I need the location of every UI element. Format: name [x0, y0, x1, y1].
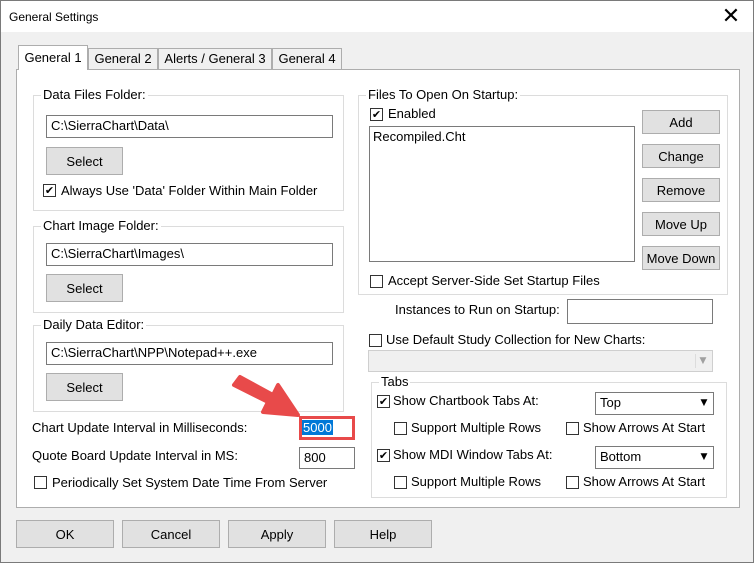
chartbook-multiple-rows-label: Support Multiple Rows: [411, 420, 542, 435]
data-files-select-button[interactable]: Select: [46, 147, 123, 175]
apply-button[interactable]: Apply: [228, 520, 326, 548]
tab-general-2[interactable]: General 2: [88, 48, 158, 69]
mdi-arrows-at-start-checkbox[interactable]: [566, 476, 579, 489]
chart-image-folder-group: Chart Image Folder: C:\SierraChart\Image…: [33, 218, 344, 313]
title-bar: General Settings ✕: [1, 1, 753, 32]
chevron-down-icon: ▼: [700, 452, 708, 462]
move-up-button[interactable]: Move Up: [642, 212, 720, 236]
remove-button[interactable]: Remove: [642, 178, 720, 202]
chartbook-tabs-position-dropdown[interactable]: Top ▼: [595, 392, 714, 415]
list-item[interactable]: Recompiled.Cht: [370, 127, 634, 147]
tabs-group: Tabs ✔ Show Chartbook Tabs At: Top ▼ Sup…: [371, 374, 727, 498]
periodic-date-time-checkbox[interactable]: [34, 476, 47, 489]
accept-server-side-label: Accept Server-Side Set Startup Files: [388, 273, 600, 288]
mdi-multiple-rows-checkbox[interactable]: [394, 476, 407, 489]
chartbook-tabs-position-value: Top: [600, 395, 621, 410]
tab-alerts-general-3[interactable]: Alerts / General 3: [158, 48, 272, 69]
study-collection-dropdown[interactable]: ▼: [368, 350, 713, 372]
show-mdi-tabs-label: Show MDI Window Tabs At:: [393, 447, 553, 462]
startup-enabled-label: Enabled: [388, 106, 436, 121]
mdi-tabs-position-value: Bottom: [600, 449, 642, 464]
mdi-tabs-position-dropdown[interactable]: Bottom ▼: [595, 446, 714, 469]
always-use-data-checkbox[interactable]: ✔: [43, 184, 56, 197]
daily-data-editor-legend: Daily Data Editor:: [41, 317, 147, 333]
chevron-down-icon: ▼: [700, 398, 708, 408]
general-settings-dialog: General Settings ✕ General 1 General 2 A…: [0, 0, 754, 563]
quote-board-interval-label: Quote Board Update Interval in MS:: [32, 448, 238, 463]
startup-enabled-checkbox[interactable]: ✔: [370, 108, 383, 121]
cancel-button[interactable]: Cancel: [122, 520, 220, 548]
tabs-group-legend: Tabs: [379, 374, 411, 390]
daily-editor-path-field[interactable]: C:\SierraChart\NPP\Notepad++.exe: [46, 342, 333, 365]
chartbook-arrows-at-start-label: Show Arrows At Start: [583, 420, 706, 435]
show-chartbook-tabs-checkbox[interactable]: ✔: [377, 395, 390, 408]
data-files-path-field[interactable]: C:\SierraChart\Data\: [46, 115, 333, 138]
tab-general-1[interactable]: General 1: [18, 45, 88, 70]
chevron-down-icon: ▼: [695, 354, 710, 368]
default-study-collection-checkbox[interactable]: [369, 334, 382, 347]
window-title: General Settings: [9, 10, 99, 24]
chart-image-select-button[interactable]: Select: [46, 274, 123, 302]
move-down-button[interactable]: Move Down: [642, 246, 720, 270]
annotation-arrow-icon: [232, 375, 300, 417]
data-files-folder-group: Data Files Folder: C:\SierraChart\Data\ …: [33, 87, 344, 211]
instances-label: Instances to Run on Startup:: [395, 302, 560, 317]
help-button[interactable]: Help: [334, 520, 432, 548]
chartbook-multiple-rows-checkbox[interactable]: [394, 422, 407, 435]
periodic-date-time-label: Periodically Set System Date Time From S…: [52, 475, 328, 490]
chart-image-path-field[interactable]: C:\SierraChart\Images\: [46, 243, 333, 266]
tab-page-general-1: Data Files Folder: C:\SierraChart\Data\ …: [16, 69, 740, 508]
mdi-multiple-rows-label: Support Multiple Rows: [411, 474, 542, 489]
accept-server-side-checkbox[interactable]: [370, 275, 383, 288]
files-to-open-legend: Files To Open On Startup:: [366, 87, 521, 103]
change-button[interactable]: Change: [642, 144, 720, 168]
chart-update-interval-label: Chart Update Interval in Milliseconds:: [32, 420, 248, 435]
tab-general-4[interactable]: General 4: [272, 48, 342, 69]
chart-update-interval-field[interactable]: 5000: [299, 416, 355, 440]
show-mdi-tabs-checkbox[interactable]: ✔: [377, 449, 390, 462]
chart-image-folder-legend: Chart Image Folder:: [41, 218, 161, 234]
ok-button[interactable]: OK: [16, 520, 114, 548]
chartbook-arrows-at-start-checkbox[interactable]: [566, 422, 579, 435]
files-to-open-group: Files To Open On Startup: ✔ Enabled Reco…: [358, 87, 728, 295]
data-files-folder-legend: Data Files Folder:: [41, 87, 148, 103]
always-use-data-label: Always Use 'Data' Folder Within Main Fol…: [61, 183, 318, 198]
default-study-collection-label: Use Default Study Collection for New Cha…: [386, 332, 646, 347]
quote-board-interval-field[interactable]: 800: [299, 447, 355, 469]
close-icon[interactable]: ✕: [715, 3, 747, 30]
mdi-arrows-at-start-label: Show Arrows At Start: [583, 474, 706, 489]
show-chartbook-tabs-label: Show Chartbook Tabs At:: [393, 393, 539, 408]
instances-field[interactable]: [567, 299, 713, 324]
startup-files-list[interactable]: Recompiled.Cht: [369, 126, 635, 262]
daily-editor-select-button[interactable]: Select: [46, 373, 123, 401]
add-button[interactable]: Add: [642, 110, 720, 134]
chart-update-interval-value: 5000: [302, 420, 333, 435]
